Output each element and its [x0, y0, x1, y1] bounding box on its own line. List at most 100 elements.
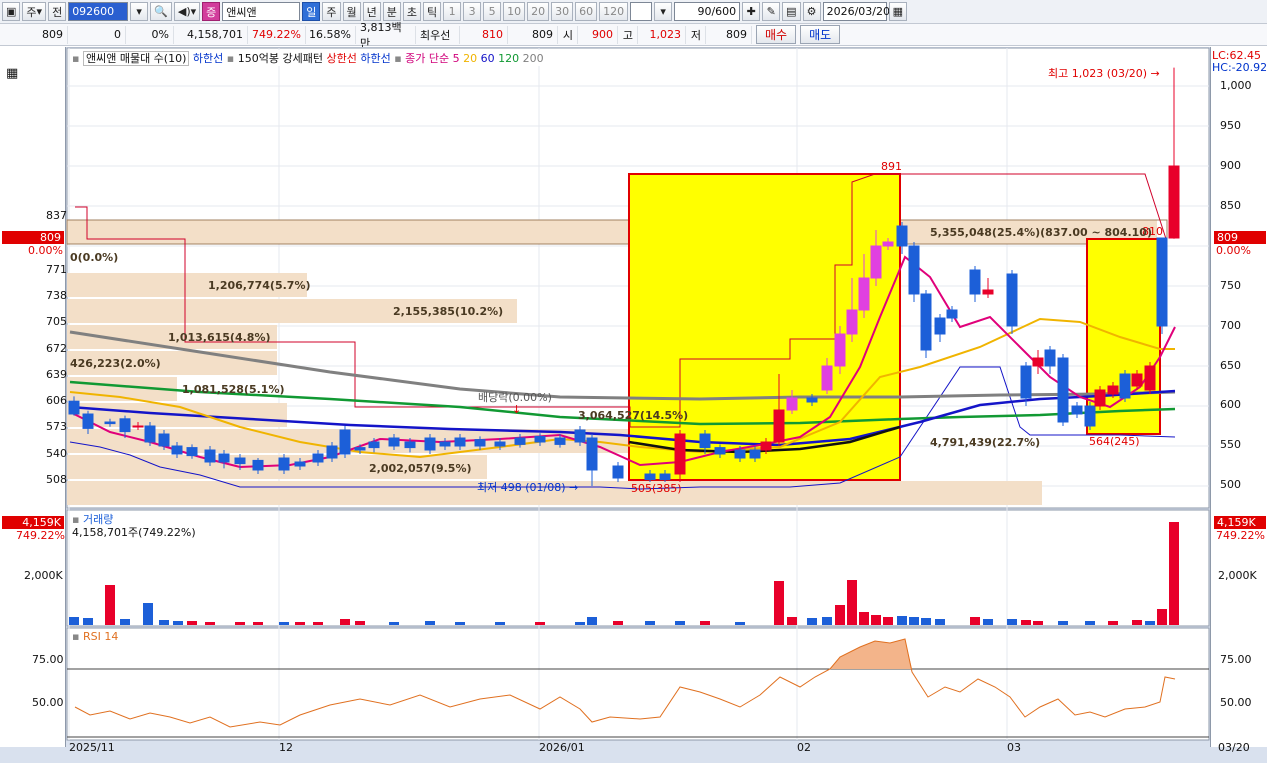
volume-bar [1157, 609, 1167, 625]
interval-dropdown-icon[interactable]: ▾ [654, 2, 673, 21]
left-volume-tag: 4,159K [2, 516, 64, 529]
market-label: 주 [26, 5, 37, 19]
price-type-button[interactable]: 전 [48, 2, 67, 21]
interval-3-button[interactable]: 3 [463, 2, 482, 21]
candle-body [749, 449, 761, 459]
interval-20-button[interactable]: 20 [527, 2, 550, 21]
volume-bar [1058, 621, 1068, 625]
candle-body [368, 441, 380, 449]
candle-body [908, 245, 920, 295]
profile-label-9: 2,002,057(9.5%) [369, 462, 472, 475]
candle-body [339, 429, 351, 455]
legend-ma20: 20 [463, 52, 478, 65]
interval-30-button[interactable]: 30 [551, 2, 574, 21]
calendar-icon[interactable]: ▦ [888, 2, 907, 21]
gear-icon[interactable]: ⚙ [802, 2, 821, 21]
sell-button[interactable]: 매도 [800, 25, 841, 44]
right-tick-700: 700 [1220, 319, 1241, 332]
right-tick-850: 850 [1220, 199, 1241, 212]
profile-label-8: 3,064,527(14.5%) [578, 409, 689, 422]
volume-bar [921, 618, 931, 625]
candle-body [659, 473, 671, 481]
left-rsi-tick-50: 50.00 [32, 696, 64, 709]
candle-body [534, 435, 546, 443]
rsi-panel [66, 627, 1210, 741]
volume-bar [535, 622, 545, 625]
left-tick-606: 606 [46, 394, 67, 407]
candle-body [674, 433, 686, 475]
candle-body [1156, 237, 1168, 327]
date-input[interactable]: 2026/03/20 [822, 2, 890, 21]
volume-bar [897, 616, 907, 625]
window-menu-icon[interactable]: ▣ [2, 2, 21, 21]
candle-body [586, 437, 598, 471]
save-icon[interactable]: ▤ [782, 2, 801, 21]
left-tick-705: 705 [46, 315, 67, 328]
volume-bar [105, 585, 115, 625]
profile-label-10: 4,791,439(22.7%) [930, 436, 1041, 449]
legend-title[interactable]: 앤씨앤 매물대 수(10) [82, 51, 190, 66]
left-rsi-tick-75: 75.00 [32, 653, 64, 666]
candle-body [82, 413, 94, 429]
peak-label: 891 [881, 160, 902, 173]
pager-field[interactable]: 90/600 [674, 2, 741, 21]
legend-ma5: 5 [452, 52, 460, 65]
crosshair-icon[interactable]: ✚ [742, 2, 761, 21]
ask-label: 최우선 [416, 25, 460, 44]
x-label-2025-11: 2025/11 [69, 741, 115, 754]
profile-label-2: 0(0.0%) [70, 251, 119, 264]
candle-body [920, 293, 932, 351]
right-volume-tick: 2,000K [1218, 569, 1257, 582]
volume-bar [847, 580, 857, 625]
volume-bar [587, 617, 597, 625]
volume-bar [883, 617, 893, 625]
right-tick-750: 750 [1220, 279, 1241, 292]
volume-bar [575, 622, 585, 625]
candle-body [68, 400, 80, 415]
candle-body [388, 437, 400, 447]
stock-code-input[interactable]: 092600 [68, 2, 129, 21]
candle-body [760, 441, 772, 451]
current-price: 809 [0, 25, 68, 44]
change-rate: 0% [126, 25, 174, 44]
quote-bar: 809 0 0% 4,158,701 749.22% 16.58% 3,813백… [0, 21, 1267, 50]
candle-body [326, 445, 338, 459]
stock-chart[interactable] [0, 47, 1267, 763]
volume-bar [425, 621, 435, 625]
candle-body [1144, 365, 1156, 391]
x-label-12: 12 [279, 741, 293, 754]
right-tick-550: 550 [1220, 438, 1241, 451]
cap-badge: 증 [202, 2, 221, 21]
interval-60-button[interactable]: 60 [575, 2, 598, 21]
right-rsi-tick-50: 50.00 [1220, 696, 1252, 709]
grid-icon[interactable]: ▦ [6, 66, 18, 81]
arrow-right-icon: → [569, 481, 579, 494]
volume-bar [120, 619, 130, 625]
interval-5-button[interactable]: 5 [483, 2, 502, 21]
profile-label-4: 2,155,385(10.2%) [393, 305, 504, 318]
toolbar: ▣ 주 ▾ 전 092600 ▾ 🔍 ◀)▾ 증 앤씨앤 일 주 월 년 분 초 … [0, 0, 1267, 24]
period-month-button[interactable]: 월 [342, 2, 361, 21]
right-volume-tag: 4,159K [1214, 516, 1266, 529]
candle-body [896, 225, 908, 247]
code-dropdown-icon[interactable]: ▾ [130, 2, 149, 21]
speaker-icon[interactable]: ◀)▾ [173, 2, 201, 21]
interval-1-button[interactable]: 1 [443, 2, 462, 21]
candle-body [574, 429, 586, 443]
buy-button[interactable]: 매수 [756, 25, 797, 44]
interval-10-button[interactable]: 10 [503, 2, 526, 21]
search-icon[interactable]: 🔍 [150, 2, 172, 21]
best-ask: 810 [460, 25, 508, 44]
stock-name-field[interactable]: 앤씨앤 [222, 2, 301, 21]
draw-tool-icon[interactable]: ✎ [762, 2, 781, 21]
volume-panel [66, 509, 1210, 627]
period-week-button[interactable]: 주 [322, 2, 341, 21]
candle-body [644, 473, 656, 481]
custom-interval-input[interactable] [630, 2, 653, 21]
volume-bar [1033, 621, 1043, 625]
candle-body [171, 445, 183, 455]
market-select[interactable]: 주 ▾ [22, 2, 47, 21]
period-day-button[interactable]: 일 [302, 2, 321, 21]
interval-120-button[interactable]: 120 [599, 2, 629, 21]
period-tick-button[interactable]: 틱 [423, 2, 442, 21]
